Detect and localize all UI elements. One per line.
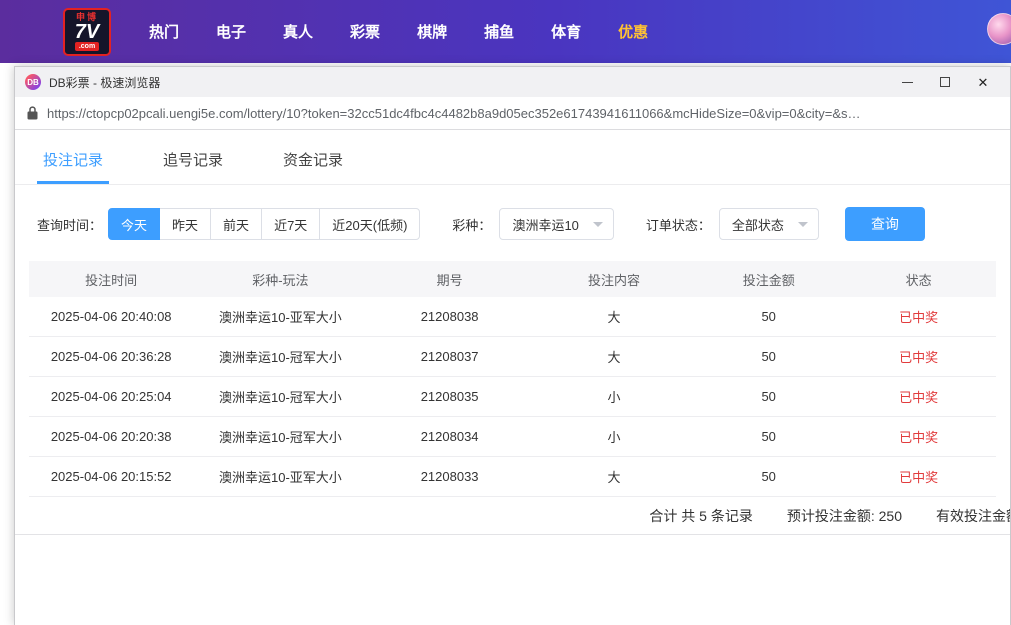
- date-last7days-button[interactable]: 近7天: [261, 208, 320, 240]
- table-row: 2025-04-06 20:15:52 澳洲幸运10-亚军大小 21208033…: [29, 457, 996, 497]
- cell-bet-amount: 50: [696, 429, 841, 444]
- nav-item-electronic[interactable]: 电子: [216, 21, 246, 42]
- maximize-button[interactable]: [926, 68, 964, 96]
- lottery-select-value: 澳洲幸运10: [512, 215, 578, 234]
- summary-bar: 合计 共 5 条记录 预计投注金额: 250 有效投注金额: [15, 497, 1010, 535]
- lock-icon: [27, 106, 38, 120]
- site-logo[interactable]: 申博 7V .com: [63, 8, 111, 56]
- status-filter-label: 订单状态：: [646, 215, 711, 234]
- url-text: https://ctopcp02pcali.uengi5e.com/lotter…: [47, 106, 861, 121]
- status-select-value: 全部状态: [732, 215, 784, 234]
- query-button[interactable]: 查询: [845, 207, 925, 241]
- cell-bet-amount: 50: [696, 389, 841, 404]
- cell-bet-amount: 50: [696, 309, 841, 324]
- maximize-icon: [940, 77, 950, 87]
- cell-bet-time: 2025-04-06 20:15:52: [29, 469, 193, 484]
- cell-game-play: 澳洲幸运10-冠军大小: [193, 427, 367, 446]
- logo-text-sub: .com: [75, 42, 99, 51]
- cell-status: 已中奖: [841, 307, 996, 326]
- header-bet-time: 投注时间: [29, 270, 193, 289]
- cell-issue: 21208037: [367, 349, 531, 364]
- header-issue: 期号: [367, 270, 531, 289]
- minimize-icon: [902, 82, 913, 83]
- cell-bet-time: 2025-04-06 20:20:38: [29, 429, 193, 444]
- nav-item-sports[interactable]: 体育: [551, 21, 581, 42]
- close-button[interactable]: ✕: [964, 68, 1002, 96]
- table-row: 2025-04-06 20:40:08 澳洲幸运10-亚军大小 21208038…: [29, 297, 996, 337]
- summary-expected-amount: 预计投注金额: 250: [787, 506, 902, 526]
- date-yesterday-button[interactable]: 昨天: [159, 208, 211, 240]
- close-icon: ✕: [978, 76, 989, 89]
- filter-bar: 查询时间： 今天 昨天 前天 近7天 近20天(低频) 彩种： 澳洲幸运10 订…: [15, 185, 1010, 261]
- tab-bet-records[interactable]: 投注记录: [37, 143, 109, 184]
- cell-game-play: 澳洲幸运10-冠军大小: [193, 387, 367, 406]
- top-nav: 热门 电子 真人 彩票 棋牌 捕鱼 体育 优惠: [149, 21, 648, 42]
- cell-bet-content: 大: [532, 347, 696, 366]
- header-bet-amount: 投注金额: [696, 270, 841, 289]
- tab-fund-records[interactable]: 资金记录: [277, 143, 349, 184]
- date-range-group: 今天 昨天 前天 近7天 近20天(低频): [108, 208, 420, 240]
- site-topbar: 申博 7V .com 热门 电子 真人 彩票 棋牌 捕鱼 体育 优惠: [0, 0, 1011, 63]
- header-game-play: 彩种-玩法: [193, 270, 367, 289]
- cell-bet-time: 2025-04-06 20:36:28: [29, 349, 193, 364]
- screen: 申博 7V .com 热门 电子 真人 彩票 棋牌 捕鱼 体育 优惠 DB DB…: [0, 0, 1011, 625]
- avatar[interactable]: [987, 13, 1011, 45]
- window-controls: ✕: [888, 68, 1002, 96]
- cell-game-play: 澳洲幸运10-冠军大小: [193, 347, 367, 366]
- chevron-down-icon: [593, 222, 603, 227]
- cell-game-play: 澳洲幸运10-亚军大小: [193, 467, 367, 486]
- table-row: 2025-04-06 20:25:04 澳洲幸运10-冠军大小 21208035…: [29, 377, 996, 417]
- cell-issue: 21208033: [367, 469, 531, 484]
- cell-bet-time: 2025-04-06 20:40:08: [29, 309, 193, 324]
- summary-total: 合计 共 5 条记录: [649, 506, 752, 526]
- window-title: DB彩票 - 极速浏览器: [49, 74, 888, 91]
- lottery-filter-label: 彩种：: [452, 215, 491, 234]
- window-titlebar[interactable]: DB DB彩票 - 极速浏览器 ✕: [15, 67, 1010, 97]
- table-header-row: 投注时间 彩种-玩法 期号 投注内容 投注金额 状态: [29, 261, 996, 297]
- cell-issue: 21208035: [367, 389, 531, 404]
- cell-bet-content: 大: [532, 467, 696, 486]
- nav-item-live[interactable]: 真人: [283, 21, 313, 42]
- date-last20days-button[interactable]: 近20天(低频): [319, 208, 420, 240]
- time-filter-label: 查询时间：: [37, 215, 102, 234]
- cell-bet-amount: 50: [696, 469, 841, 484]
- logo-text-main: 7V: [75, 22, 99, 42]
- browser-window: DB DB彩票 - 极速浏览器 ✕ https://ctopcp02pcali.…: [14, 66, 1011, 625]
- cell-bet-time: 2025-04-06 20:25:04: [29, 389, 193, 404]
- cell-bet-content: 大: [532, 307, 696, 326]
- minimize-button[interactable]: [888, 68, 926, 96]
- cell-game-play: 澳洲幸运10-亚军大小: [193, 307, 367, 326]
- address-bar[interactable]: https://ctopcp02pcali.uengi5e.com/lotter…: [15, 97, 1010, 130]
- tab-bar: 投注记录 追号记录 资金记录: [15, 130, 1010, 185]
- cell-bet-amount: 50: [696, 349, 841, 364]
- nav-item-fishing[interactable]: 捕鱼: [484, 21, 514, 42]
- cell-status: 已中奖: [841, 347, 996, 366]
- cell-issue: 21208038: [367, 309, 531, 324]
- page-content: 投注记录 追号记录 资金记录 查询时间： 今天 昨天 前天 近7天 近20天(低…: [15, 130, 1010, 535]
- favicon: DB: [25, 74, 41, 90]
- nav-item-promotions[interactable]: 优惠: [618, 21, 648, 42]
- cell-bet-content: 小: [532, 427, 696, 446]
- cell-status: 已中奖: [841, 467, 996, 486]
- header-bet-content: 投注内容: [532, 270, 696, 289]
- date-today-button[interactable]: 今天: [108, 208, 160, 240]
- table-row: 2025-04-06 20:20:38 澳洲幸运10-冠军大小 21208034…: [29, 417, 996, 457]
- header-status: 状态: [841, 270, 996, 289]
- summary-valid-amount: 有效投注金额: [936, 506, 1011, 526]
- tab-chase-records[interactable]: 追号记录: [157, 143, 229, 184]
- cell-status: 已中奖: [841, 427, 996, 446]
- table-row: 2025-04-06 20:36:28 澳洲幸运10-冠军大小 21208037…: [29, 337, 996, 377]
- status-select[interactable]: 全部状态: [719, 208, 819, 240]
- nav-item-lottery[interactable]: 彩票: [350, 21, 380, 42]
- favicon-text: DB: [27, 78, 39, 87]
- chevron-down-icon: [798, 222, 808, 227]
- cell-issue: 21208034: [367, 429, 531, 444]
- bet-records-table: 投注时间 彩种-玩法 期号 投注内容 投注金额 状态 2025-04-06 20…: [29, 261, 996, 497]
- nav-item-hot[interactable]: 热门: [149, 21, 179, 42]
- cell-bet-content: 小: [532, 387, 696, 406]
- nav-item-board-games[interactable]: 棋牌: [417, 21, 447, 42]
- cell-status: 已中奖: [841, 387, 996, 406]
- lottery-select[interactable]: 澳洲幸运10: [499, 208, 613, 240]
- date-daybefore-button[interactable]: 前天: [210, 208, 262, 240]
